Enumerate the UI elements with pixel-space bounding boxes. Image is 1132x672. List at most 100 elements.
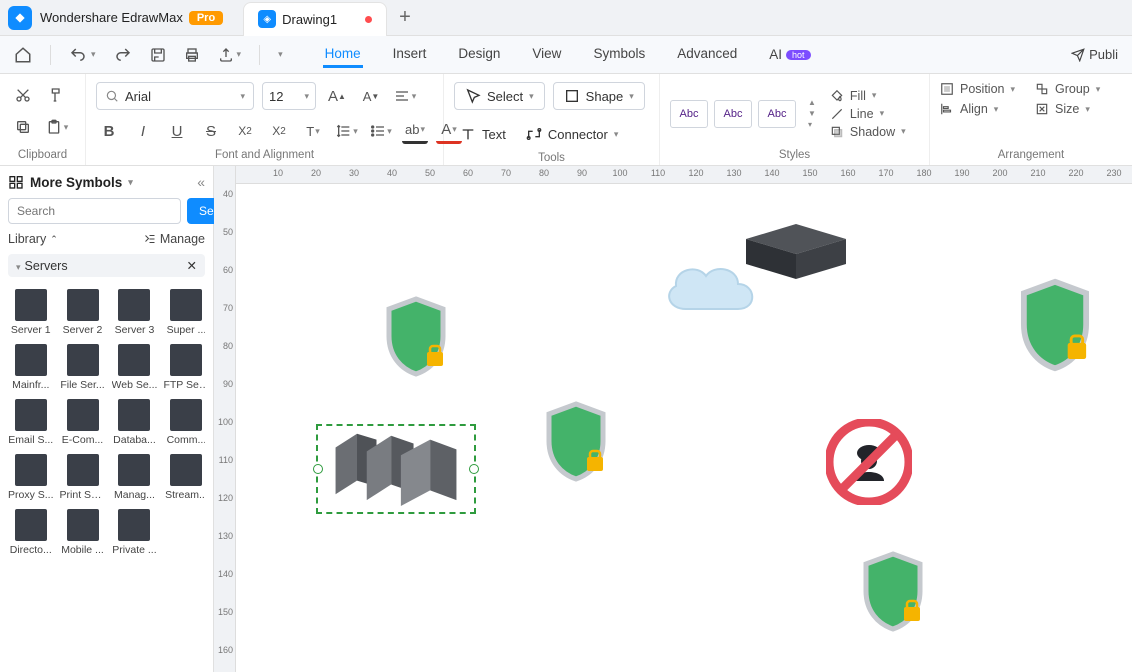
align-button[interactable]: Align▾ (940, 102, 1015, 116)
style-preset-1[interactable]: Abc (670, 100, 708, 128)
section-close-icon[interactable]: ✕ (187, 258, 197, 273)
canvas-shield-3[interactable] (1014, 276, 1096, 374)
symbol-item[interactable]: Email S... (8, 399, 54, 446)
align-menu-button[interactable]: ▾ (392, 83, 418, 109)
menu-design[interactable]: Design (456, 42, 502, 68)
cut-button[interactable] (10, 82, 36, 108)
symbol-item[interactable]: Server 1 (8, 289, 54, 336)
symbol-item[interactable]: File Ser... (60, 344, 106, 391)
symbol-item[interactable]: Comm... (163, 399, 205, 446)
document-tab[interactable]: ◈ Drawing1 (243, 2, 387, 36)
symbol-label: Proxy S... (8, 489, 54, 501)
symbol-item[interactable]: Print Se... (60, 454, 106, 501)
symbol-item[interactable]: Server 2 (60, 289, 106, 336)
symbol-search-input[interactable] (8, 198, 181, 224)
style-expand-icon[interactable]: ▾ (808, 120, 816, 129)
symbol-item[interactable]: Mobile ... (60, 509, 106, 556)
shadow-button[interactable]: Shadow▾ (830, 125, 906, 139)
style-down-icon[interactable]: ▼ (808, 109, 816, 118)
menu-view[interactable]: View (530, 42, 563, 68)
symbol-item[interactable]: Databa... (112, 399, 158, 446)
symbol-item[interactable]: FTP Ser... (163, 344, 205, 391)
manage-button[interactable]: Manage (144, 232, 205, 246)
canvas-no-hacker[interactable] (826, 419, 912, 505)
symbol-item[interactable]: Manag... (112, 454, 158, 501)
symbol-item[interactable]: Proxy S... (8, 454, 54, 501)
save-button[interactable] (150, 47, 166, 63)
home-icon[interactable] (14, 46, 32, 64)
redo-button[interactable] (114, 46, 132, 64)
print-button[interactable] (184, 47, 200, 63)
symbol-item[interactable]: Server 3 (112, 289, 158, 336)
bullets-button[interactable]: ▾ (368, 118, 394, 144)
font-family-select[interactable]: Arial ▾ (96, 82, 254, 110)
library-toggle[interactable]: Library ⌃ (8, 232, 58, 246)
fill-button[interactable]: Fill▾ (830, 89, 906, 103)
symbol-label: Private ... (112, 544, 156, 556)
canvas-shield-1[interactable] (381, 294, 451, 379)
menu-insert[interactable]: Insert (391, 42, 429, 68)
paste-button[interactable]: ▾ (44, 114, 70, 140)
superscript-button[interactable]: X2 (232, 118, 258, 144)
shape-tool[interactable]: Shape ▾ (553, 82, 645, 110)
menu-ai[interactable]: AI hot (767, 42, 812, 68)
hot-badge: hot (786, 50, 811, 60)
group-styles-label: Styles (670, 149, 919, 161)
section-servers[interactable]: ▾Servers ✕ (8, 254, 205, 277)
qat-expand-button[interactable]: ▾ (278, 49, 283, 60)
symbol-item[interactable]: Mainfr... (8, 344, 54, 391)
group-arrangement-label: Arrangement (940, 149, 1122, 161)
canvas[interactable] (236, 184, 1132, 672)
subscript-button[interactable]: X2 (266, 118, 292, 144)
symbol-label: Print Se... (60, 489, 106, 501)
font-size-select[interactable]: 12 ▾ (262, 82, 316, 110)
undo-button[interactable]: ▾ (69, 46, 96, 64)
connector-tool[interactable]: Connector ▾ (520, 120, 625, 148)
select-tool[interactable]: Select ▾ (454, 82, 545, 110)
sidebar-title[interactable]: More Symbols ▾ (8, 174, 133, 190)
canvas-shield-2[interactable] (541, 399, 611, 484)
menu-symbols[interactable]: Symbols (591, 42, 647, 68)
symbol-grid: Server 1Server 2Server 3Super ... Mainfr.… (8, 285, 205, 560)
highlight-button[interactable]: ab▾ (402, 118, 428, 144)
group-button[interactable]: Group▾ (1035, 82, 1100, 96)
strikethrough-button[interactable]: S (198, 118, 224, 144)
horizontal-ruler: 1020304050607080901001101201301401501601… (236, 166, 1132, 184)
symbol-item[interactable]: Web Se... (112, 344, 158, 391)
server-icon (67, 289, 99, 321)
canvas-shield-4[interactable] (858, 549, 928, 634)
menu-home[interactable]: Home (323, 42, 363, 68)
style-preset-3[interactable]: Abc (758, 100, 796, 128)
canvas-server-box[interactable] (736, 214, 856, 274)
canvas-server-rack-selected[interactable] (316, 424, 476, 514)
line-spacing-button[interactable]: ▾ (334, 118, 360, 144)
main-menu: Home Insert Design View Symbols Advanced… (323, 42, 813, 68)
symbol-item[interactable]: Private ... (112, 509, 158, 556)
symbol-item[interactable]: Directo... (8, 509, 54, 556)
bold-button[interactable]: B (96, 118, 122, 144)
titlebar: Wondershare EdrawMax Pro ◈ Drawing1 + (0, 0, 1132, 36)
shrink-font-button[interactable]: A▼ (358, 83, 384, 109)
new-tab-button[interactable]: + (399, 6, 411, 29)
position-button[interactable]: Position▾ (940, 82, 1015, 96)
symbol-item[interactable]: Stream... (163, 454, 205, 501)
style-up-icon[interactable]: ▲ (808, 98, 816, 107)
menu-advanced[interactable]: Advanced (675, 42, 739, 68)
publish-button[interactable]: Publi (1071, 47, 1118, 62)
italic-button[interactable]: I (130, 118, 156, 144)
format-painter-button[interactable] (44, 82, 70, 108)
symbol-item[interactable]: E-Com... (60, 399, 106, 446)
text-tool[interactable]: Text (454, 120, 512, 148)
symbol-label: Email S... (8, 434, 53, 446)
case-button[interactable]: T▾ (300, 118, 326, 144)
size-button[interactable]: Size▾ (1035, 102, 1100, 116)
grow-font-button[interactable]: A▲ (324, 83, 350, 109)
copy-button[interactable] (10, 114, 36, 140)
collapse-sidebar-icon[interactable]: « (197, 174, 205, 190)
style-presets[interactable]: Abc Abc Abc ▲ ▼ ▾ (670, 98, 816, 129)
underline-button[interactable]: U (164, 118, 190, 144)
line-button[interactable]: Line▾ (830, 107, 906, 121)
symbol-item[interactable]: Super ... (163, 289, 205, 336)
style-preset-2[interactable]: Abc (714, 100, 752, 128)
export-button[interactable]: ▾ (218, 47, 242, 63)
